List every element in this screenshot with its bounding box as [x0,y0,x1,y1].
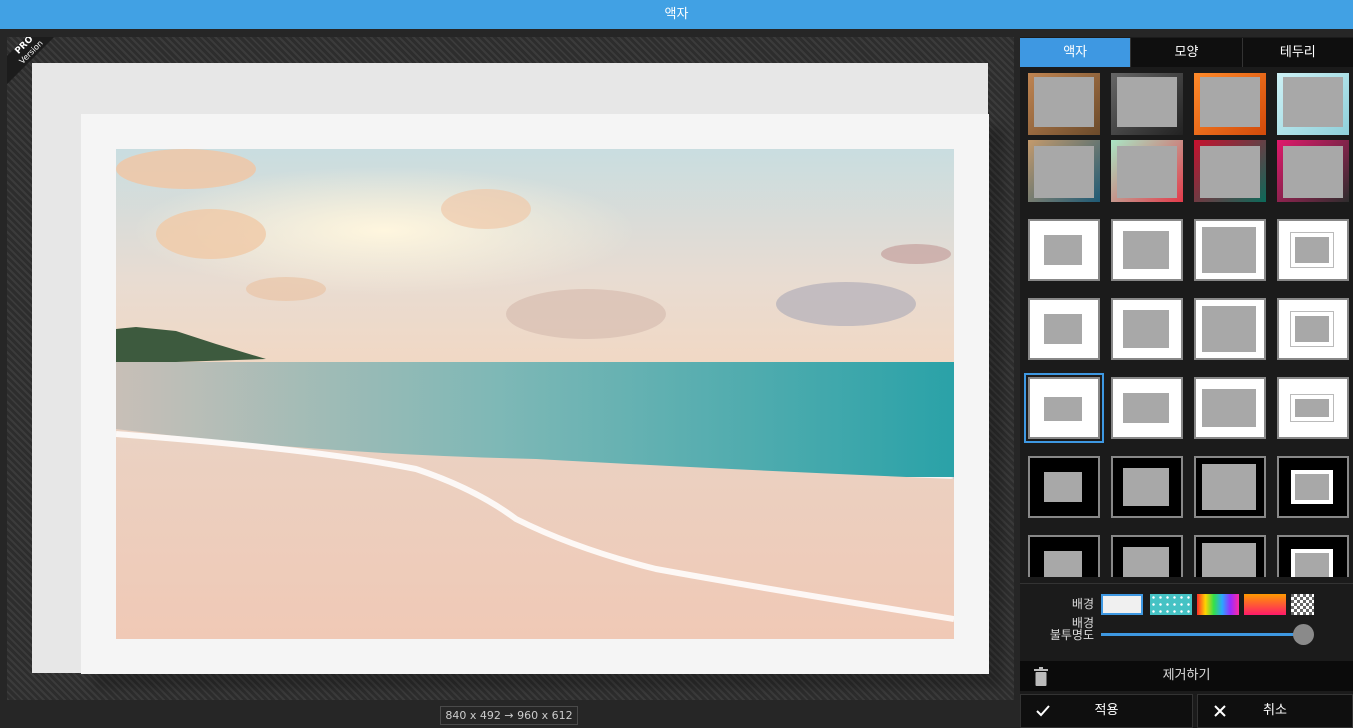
window-title: 액자 [0,0,1353,29]
background-swatch-transparent[interactable] [1291,594,1314,615]
frame-option[interactable] [1277,456,1349,518]
frame-option[interactable] [1194,535,1266,577]
frame-option[interactable] [1111,535,1183,577]
background-swatch-white[interactable] [1101,594,1143,615]
background-label: 배경 [1071,597,1094,611]
frame-option[interactable] [1277,73,1349,135]
frame-option[interactable] [1194,377,1266,439]
tab-frame[interactable]: 액자 [1020,38,1131,67]
trash-icon [1034,667,1048,686]
tab-shape[interactable]: 모양 [1130,38,1242,67]
frame-option[interactable] [1111,377,1183,439]
size-info: 840 x 492 → 960 x 612 [440,706,578,725]
background-swatch-teal-dots[interactable] [1150,594,1192,615]
frame-option[interactable] [1277,535,1349,577]
divider [1020,583,1353,584]
frame-option[interactable] [1194,73,1266,135]
apply-button[interactable]: 적용 [1020,694,1193,728]
remove-frame-button[interactable]: 제거하기 [1020,661,1353,691]
frame-option[interactable] [1111,456,1183,518]
frame-option[interactable] [1194,298,1266,360]
tab-bar: 액자 모양 테두리 [1020,38,1353,67]
background-swatch-red-orange[interactable] [1244,594,1286,615]
preview-canvas: PRO Version [7,37,1014,700]
frame-option[interactable] [1028,535,1100,577]
frame-option[interactable] [1194,456,1266,518]
frame-mat [81,114,989,674]
cancel-button[interactable]: 취소 [1197,694,1353,728]
frame-option[interactable] [1277,377,1349,439]
frame-option[interactable] [1111,219,1183,281]
opacity-slider-track[interactable] [1101,633,1303,636]
frame-option-selected[interactable] [1024,373,1104,443]
photo-image [116,149,954,639]
frame-option[interactable] [1028,219,1100,281]
opacity-slider-knob[interactable] [1293,624,1314,645]
frame-option[interactable] [1028,73,1100,135]
background-swatch-rainbow[interactable] [1197,594,1239,615]
frame-option[interactable] [1028,298,1100,360]
cancel-label: 취소 [1263,703,1287,718]
opacity-label: 배경 불투명도 [1049,616,1094,642]
frame-option[interactable] [1028,140,1100,202]
frame-option[interactable] [1277,298,1349,360]
frame-option[interactable] [1028,456,1100,518]
frame-option[interactable] [1194,140,1266,202]
tab-border[interactable]: 테두리 [1241,38,1353,67]
framed-preview [32,63,989,674]
check-icon [1036,705,1050,717]
frame-style-grid [1020,70,1353,577]
frame-option[interactable] [1111,140,1183,202]
frame-option[interactable] [1111,298,1183,360]
frame-panel: 액자 모양 테두리 배경 배경 불투명도 제거하기 적용 취소 [1020,37,1353,728]
frame-option[interactable] [1277,140,1349,202]
close-icon [1214,705,1226,717]
frame-option[interactable] [1111,73,1183,135]
frame-option[interactable] [1194,219,1266,281]
apply-label: 적용 [1094,703,1119,718]
frame-option[interactable] [1277,219,1349,281]
remove-label: 제거하기 [1162,668,1211,683]
